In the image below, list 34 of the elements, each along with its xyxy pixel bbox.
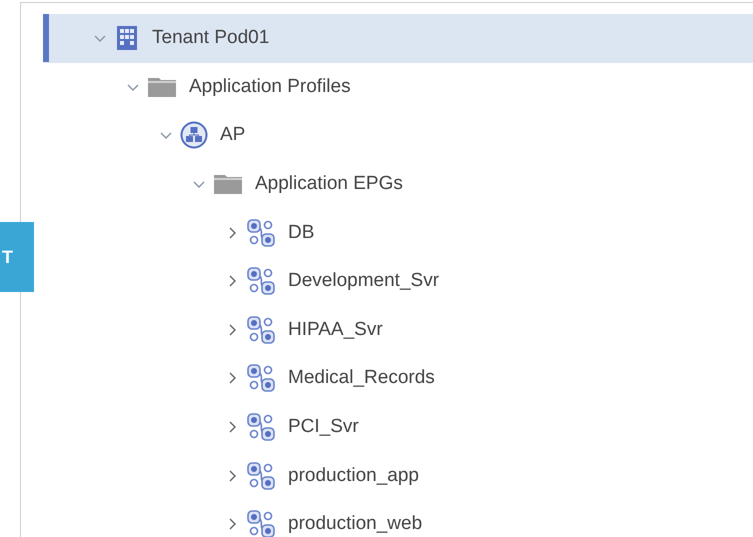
tree-item[interactable]: production_web (43, 500, 753, 537)
tree-item[interactable]: production_app (43, 451, 753, 500)
nodes-icon (246, 314, 276, 345)
nodes-icon (246, 266, 276, 296)
tree-label: HIPAA_Svr (288, 318, 383, 341)
tree-label: production_web (288, 513, 422, 536)
building-icon (114, 25, 140, 52)
tree-label: Tenant Pod01 (152, 27, 270, 50)
nodes-icon (246, 460, 276, 491)
nodes-icon (246, 509, 276, 537)
tree-label: Application EPGs (255, 173, 403, 196)
network-circle-icon (180, 121, 208, 150)
tree-item[interactable]: DB (43, 208, 753, 257)
tree-item[interactable]: Medical_Records (43, 354, 753, 403)
tree-item[interactable]: Tenant Pod01 (43, 14, 753, 63)
tree-item[interactable]: Application Profiles (43, 62, 753, 112)
nodes-icon (246, 218, 276, 248)
tree-label: Development_Svr (288, 270, 440, 292)
tree-item[interactable]: Development_Svr (43, 256, 753, 306)
nodes-icon (246, 363, 276, 394)
tree-label: DB (288, 222, 314, 244)
tree-label: Medical_Records (288, 367, 435, 390)
nodes-icon (246, 412, 276, 442)
tree-label: AP (220, 124, 246, 146)
folder-icon (147, 76, 177, 98)
selection-bar (43, 14, 49, 62)
folder-icon (213, 173, 243, 196)
tree-label: production_app (288, 464, 419, 487)
tree-item[interactable]: AP (43, 111, 753, 160)
tree-item[interactable]: PCI_Svr (43, 402, 753, 452)
tree-item[interactable]: Application EPGs (43, 160, 753, 208)
tree-item[interactable]: HIPAA_Svr (43, 306, 753, 354)
tree-label: Application Profiles (189, 76, 351, 98)
tree-label: PCI_Svr (288, 416, 359, 438)
